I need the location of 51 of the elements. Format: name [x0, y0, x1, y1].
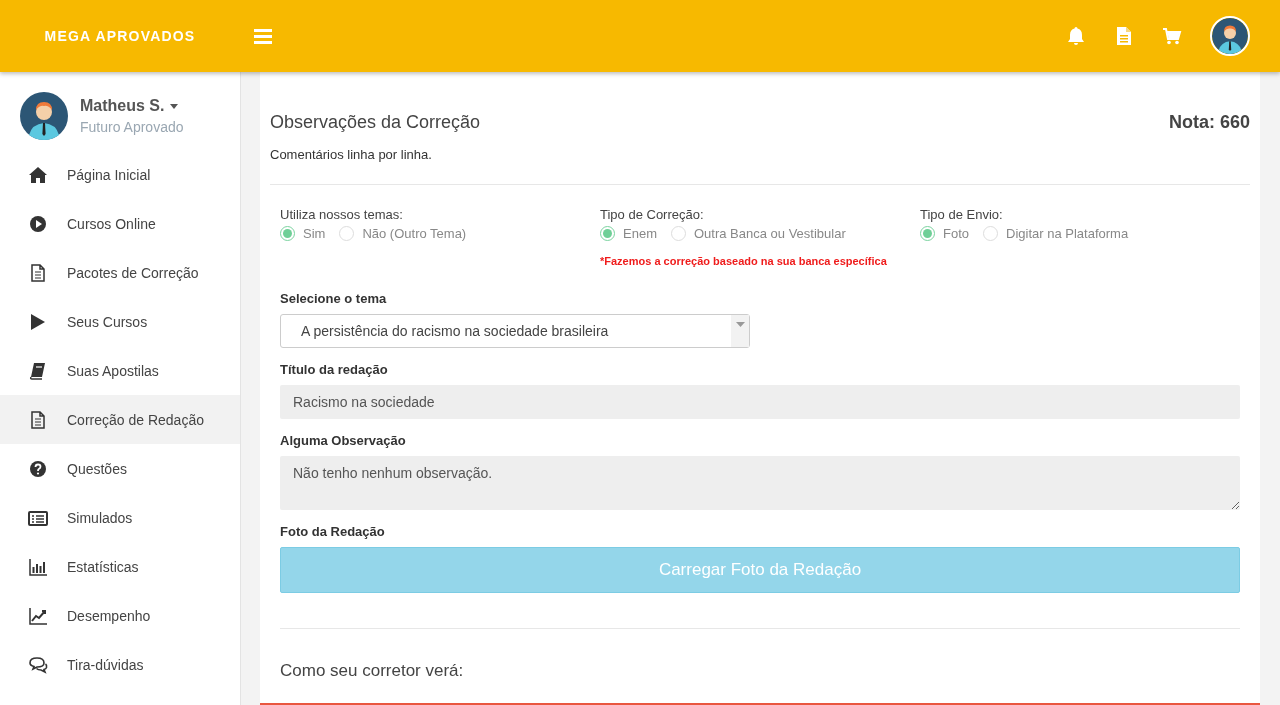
cart-icon[interactable] — [1162, 26, 1182, 46]
sidebar-item[interactable]: Cursos Online — [0, 199, 240, 248]
essay-title-field[interactable]: Racismo na sociedade — [280, 385, 1240, 419]
sidebar-item[interactable]: Questões — [0, 444, 240, 493]
warning-note: *Fazemos a correção baseado na sua banca específica — [600, 255, 888, 267]
preview-heading: Como seu corretor verá: — [280, 661, 465, 681]
theme-select[interactable]: A persistência do racismo na sociedade brasileira — [280, 314, 750, 348]
radio-group-label: Tipo de Envio: — [920, 207, 1004, 222]
bar-chart-icon — [28, 556, 48, 577]
observation-field[interactable]: Não tenho nenhum observação. — [280, 456, 1240, 510]
home-icon — [28, 164, 48, 185]
caret-icon[interactable] — [170, 103, 179, 109]
sidebar-item[interactable]: Pacotes de Correção — [0, 248, 240, 297]
document-icon — [28, 262, 48, 283]
bell-icon[interactable] — [1066, 26, 1086, 46]
grade-text: Nota: 660 — [1168, 112, 1250, 133]
user-name[interactable]: Matheus S. — [80, 97, 165, 115]
sidebar-item[interactable]: Suas Apostilas — [0, 346, 240, 395]
document-icon — [28, 409, 48, 430]
caret-icon — [735, 322, 745, 327]
field-label: Selecione o tema — [280, 291, 388, 306]
menu-icon[interactable] — [254, 28, 272, 44]
field-label: Foto da Redação — [280, 524, 386, 539]
radio-label[interactable]: Sim — [303, 226, 326, 241]
sidebar-item[interactable]: Estatísticas — [0, 542, 240, 591]
avatar-icon[interactable] — [1210, 16, 1250, 56]
field-label: Título da redação — [280, 362, 389, 377]
sidebar-item[interactable]: Simulados — [0, 493, 240, 542]
sidebar-item[interactable]: Desempenho — [0, 591, 240, 640]
radio-label[interactable]: Enem — [623, 226, 657, 241]
section-subtitle: Comentários linha por linha. — [270, 147, 1250, 185]
user-subtitle: Futuro Aprovado — [80, 119, 184, 135]
line-chart-icon — [28, 605, 48, 626]
radio-label[interactable]: Outra Banca ou Vestibular — [693, 226, 846, 241]
sidebar-item[interactable]: Tira-dúvidas — [0, 640, 240, 689]
chat-bubbles-icon — [28, 654, 48, 675]
field-label: Alguma Observação — [280, 433, 407, 448]
play-circle-icon — [28, 213, 48, 234]
section-title: Observações da Correção — [270, 112, 481, 133]
sidebar-item[interactable]: Seus Cursos — [0, 297, 240, 346]
radio-label[interactable]: Não (Outro Tema) — [362, 226, 467, 241]
sidebar-item[interactable]: Correção de Redação — [0, 395, 240, 444]
radio-label[interactable]: Foto — [943, 226, 969, 241]
avatar-icon[interactable] — [20, 92, 68, 140]
radio-group-label: Tipo de Correção: — [600, 207, 705, 222]
radio-group-label: Utiliza nossos temas: — [280, 207, 404, 222]
sidebar-item[interactable]: Página Inicial — [0, 150, 240, 199]
book-icon — [28, 360, 48, 381]
radio-label[interactable]: Digitar na Plataforma — [1006, 226, 1129, 241]
question-icon — [28, 458, 48, 479]
document-icon[interactable] — [1114, 26, 1134, 46]
